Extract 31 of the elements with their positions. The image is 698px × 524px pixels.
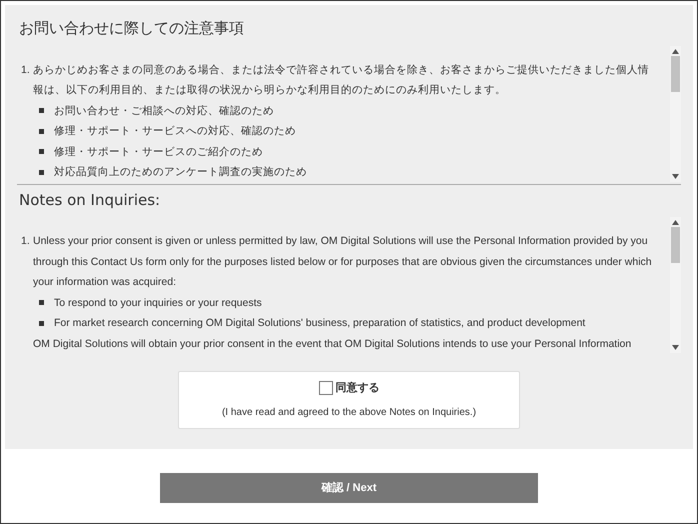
scrollbar[interactable] [670, 217, 681, 353]
paragraph: Unless your prior consent is given or unless permitted by law, OM Digital Solutions will use the Personal Information provided by you through this Contact Us form only for the purposes listed below or for purposes that are obvious given the circumstances under which your information was acquired: [33, 234, 653, 290]
consent-checkbox[interactable] [318, 381, 332, 396]
scroll-up-icon[interactable] [672, 220, 679, 225]
bullet-icon [39, 149, 44, 154]
list-item: To respond to your inquiries or your requests [54, 296, 262, 310]
section-heading: Notes on Inquiries: [18, 190, 162, 210]
scroll-down-icon[interactable] [672, 345, 679, 350]
bullet-icon [39, 170, 44, 175]
paragraph: あらかじめお客さまの同意のある場合、または法令で許容されている場合を除き、お客さまからご提供いただきました個人情報は、以下の利用目的、または取得の状況から明らかな利用目的のためにのみ利用いたします。 [33, 62, 650, 98]
scrollbar-thumb[interactable] [671, 227, 680, 263]
scrollbar-thumb[interactable] [671, 56, 680, 92]
scroll-down-icon[interactable] [672, 174, 679, 178]
section-heading: お問い合わせに際しての注意事項 [18, 18, 245, 39]
bullet-icon [39, 300, 44, 306]
next-button[interactable]: 確認 / Next [160, 472, 538, 503]
consent-label[interactable]: 同意する [336, 380, 380, 396]
scroll-up-icon[interactable] [672, 48, 679, 54]
bullet-icon [39, 128, 44, 134]
list-item: お問い合わせ・ご相談への対応、確認のため [54, 104, 274, 118]
list-number: 1. [21, 62, 31, 78]
list-item: 修理・サポート・サービスのご紹介のため [54, 144, 263, 160]
list-number: 1. [21, 234, 31, 249]
consent-note: (I have read and agreed to the above Notes on Inquiries.) [222, 406, 476, 420]
list-item: 修理・サポート・サービスへの対応、確認のため [54, 124, 296, 139]
list-item: 対応品質向上のためのアンケート調査の実施のため [54, 165, 307, 180]
paragraph: OM Digital Solutions will obtain your prior consent in the event that OM Digital Solutions intends to use your Personal Information [33, 338, 632, 350]
scrollbar[interactable] [670, 46, 681, 182]
list-item: For market research concerning OM Digital Solutions' business, preparation of statistics, and product development [54, 316, 586, 331]
bullet-icon [39, 320, 44, 326]
bullet-icon [39, 108, 44, 114]
